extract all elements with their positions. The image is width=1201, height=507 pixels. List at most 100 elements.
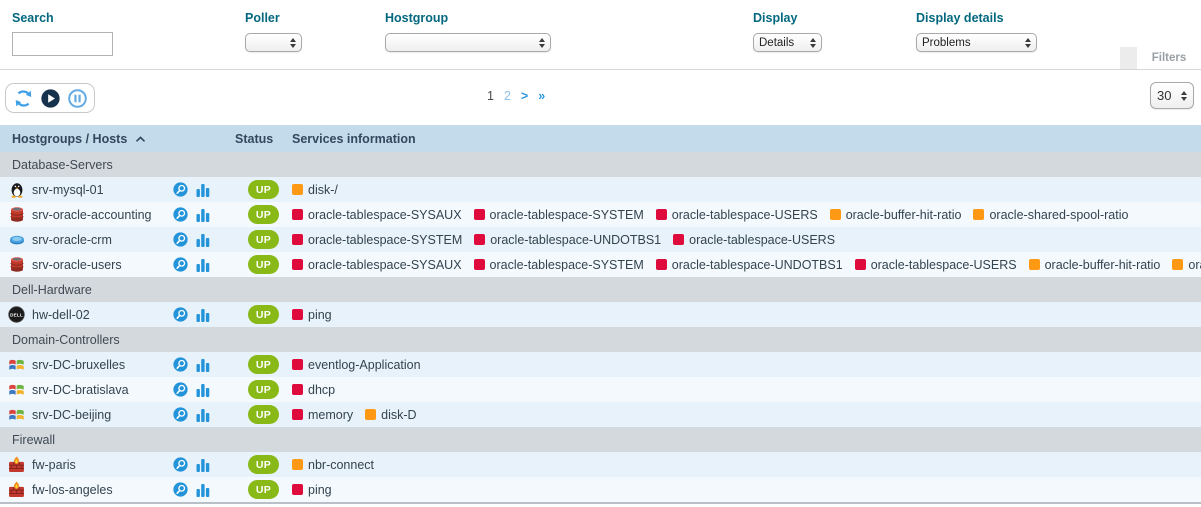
page-number-current[interactable]: 1 — [487, 89, 494, 103]
service-link[interactable]: oracle-tablespace-UNDOTBS1 — [656, 258, 843, 272]
oracle-db-icon — [8, 256, 25, 273]
host-graph-icon[interactable] — [195, 357, 211, 373]
service-status-square-warning — [292, 459, 303, 470]
host-cell: DELLhw-dell-02 — [0, 302, 235, 327]
hostgroup-row: Database-Servers — [0, 152, 1201, 177]
service-name[interactable]: oracle-tablespace-SYSTEM — [308, 233, 462, 247]
host-name-link[interactable]: srv-oracle-accounting — [32, 208, 152, 222]
host-detail-magnifier-icon[interactable] — [172, 357, 188, 373]
service-link[interactable]: oracle-buffer-hit-ratio — [830, 208, 962, 222]
host-name-link[interactable]: hw-dell-02 — [32, 308, 90, 322]
service-link[interactable]: oracle-buffer-hit-ratio — [1029, 258, 1161, 272]
page-number-2[interactable]: 2 — [504, 89, 511, 103]
host-detail-magnifier-icon[interactable] — [172, 457, 188, 473]
service-link[interactable]: oracle-tablespace-SYSTEM — [474, 258, 644, 272]
page-size-select[interactable]: 30 — [1150, 82, 1194, 109]
column-hostgroups-hosts[interactable]: Hostgroups / Hosts — [12, 132, 127, 146]
service-link[interactable]: oracle-tablespace-SYSAUX — [292, 208, 462, 222]
service-link[interactable]: memory — [292, 408, 353, 422]
last-page-arrow[interactable]: » — [538, 89, 545, 103]
filters-button[interactable]: Filters — [1137, 47, 1201, 69]
host-detail-magnifier-icon[interactable] — [172, 407, 188, 423]
service-name[interactable]: oracle-tablespace-USERS — [672, 208, 818, 222]
host-graph-icon[interactable] — [195, 182, 211, 198]
service-status-square-warning — [973, 209, 984, 220]
poller-select[interactable] — [245, 33, 302, 52]
service-link[interactable]: oracle-tablespace-SYSTEM — [292, 233, 462, 247]
search-input[interactable] — [12, 32, 113, 56]
host-graph-icon[interactable] — [195, 232, 211, 248]
host-name-link[interactable]: srv-oracle-crm — [32, 233, 112, 247]
status-cell: UP — [235, 452, 292, 477]
host-row: srv-DC-beijingUPmemorydisk-D — [0, 402, 1201, 427]
service-link[interactable]: dhcp — [292, 383, 335, 397]
hostgroup-select[interactable] — [385, 33, 551, 52]
pause-icon[interactable] — [66, 87, 88, 109]
host-name-link[interactable]: srv-DC-beijing — [32, 408, 111, 422]
host-name-link[interactable]: srv-oracle-users — [32, 258, 122, 272]
services-cell: disk-/ — [292, 177, 1201, 202]
service-link[interactable]: disk-/ — [292, 183, 338, 197]
service-name[interactable]: disk-D — [381, 408, 416, 422]
service-name[interactable]: dhcp — [308, 383, 335, 397]
next-page-arrow[interactable]: > — [521, 89, 528, 103]
host-detail-magnifier-icon[interactable] — [172, 307, 188, 323]
host-name-link[interactable]: srv-DC-bratislava — [32, 383, 129, 397]
service-name[interactable]: oracle-tablespace-UNDOTBS1 — [672, 258, 843, 272]
host-graph-icon[interactable] — [195, 257, 211, 273]
host-graph-icon[interactable] — [195, 207, 211, 223]
host-graph-icon[interactable] — [195, 407, 211, 423]
service-link[interactable]: ping — [292, 483, 332, 497]
service-name[interactable]: nbr-connect — [308, 458, 374, 472]
host-graph-icon[interactable] — [195, 307, 211, 323]
service-link[interactable]: oracle-tablespace-USERS — [855, 258, 1017, 272]
refresh-icon[interactable] — [12, 87, 34, 109]
service-name[interactable]: oracle-buffer-hit-ratio — [846, 208, 962, 222]
host-graph-icon[interactable] — [195, 482, 211, 498]
service-link[interactable]: oracle-shared-spool-ratio — [973, 208, 1128, 222]
service-link[interactable]: ping — [292, 308, 332, 322]
services-cell: nbr-connect — [292, 452, 1201, 477]
service-link[interactable]: oracle-tablespace-USERS — [673, 233, 835, 247]
host-graph-icon[interactable] — [195, 382, 211, 398]
service-name[interactable]: oracle-shared-spool-ratio — [1188, 258, 1201, 272]
service-name[interactable]: oracle-tablespace-SYSTEM — [490, 208, 644, 222]
display-details-select[interactable]: Problems — [916, 33, 1037, 52]
service-name[interactable]: ping — [308, 308, 332, 322]
service-name[interactable]: oracle-buffer-hit-ratio — [1045, 258, 1161, 272]
host-graph-icon[interactable] — [195, 457, 211, 473]
service-name[interactable]: memory — [308, 408, 353, 422]
play-icon[interactable] — [39, 87, 61, 109]
service-name[interactable]: oracle-tablespace-SYSAUX — [308, 258, 462, 272]
host-detail-magnifier-icon[interactable] — [172, 207, 188, 223]
host-detail-magnifier-icon[interactable] — [172, 382, 188, 398]
firewall-icon — [8, 481, 25, 498]
service-link[interactable]: oracle-shared-spool-ratio — [1172, 258, 1201, 272]
service-name[interactable]: ping — [308, 483, 332, 497]
display-select[interactable]: Details — [753, 33, 822, 52]
host-name-link[interactable]: srv-DC-bruxelles — [32, 358, 125, 372]
host-name-link[interactable]: srv-mysql-01 — [32, 183, 104, 197]
host-detail-magnifier-icon[interactable] — [172, 257, 188, 273]
service-name[interactable]: disk-/ — [308, 183, 338, 197]
service-name[interactable]: oracle-tablespace-USERS — [871, 258, 1017, 272]
host-detail-magnifier-icon[interactable] — [172, 182, 188, 198]
service-link[interactable]: nbr-connect — [292, 458, 374, 472]
service-link[interactable]: eventlog-Application — [292, 358, 421, 372]
service-link[interactable]: oracle-tablespace-SYSTEM — [474, 208, 644, 222]
service-link[interactable]: oracle-tablespace-SYSAUX — [292, 258, 462, 272]
column-status[interactable]: Status — [235, 132, 273, 146]
service-name[interactable]: oracle-tablespace-UNDOTBS1 — [490, 233, 661, 247]
service-name[interactable]: oracle-shared-spool-ratio — [989, 208, 1128, 222]
service-link[interactable]: oracle-tablespace-UNDOTBS1 — [474, 233, 661, 247]
service-name[interactable]: oracle-tablespace-SYSAUX — [308, 208, 462, 222]
host-name-link[interactable]: fw-los-angeles — [32, 483, 113, 497]
service-name[interactable]: oracle-tablespace-SYSTEM — [490, 258, 644, 272]
service-link[interactable]: oracle-tablespace-USERS — [656, 208, 818, 222]
service-name[interactable]: oracle-tablespace-USERS — [689, 233, 835, 247]
service-link[interactable]: disk-D — [365, 408, 416, 422]
host-detail-magnifier-icon[interactable] — [172, 232, 188, 248]
host-detail-magnifier-icon[interactable] — [172, 482, 188, 498]
service-name[interactable]: eventlog-Application — [308, 358, 421, 372]
host-name-link[interactable]: fw-paris — [32, 458, 76, 472]
